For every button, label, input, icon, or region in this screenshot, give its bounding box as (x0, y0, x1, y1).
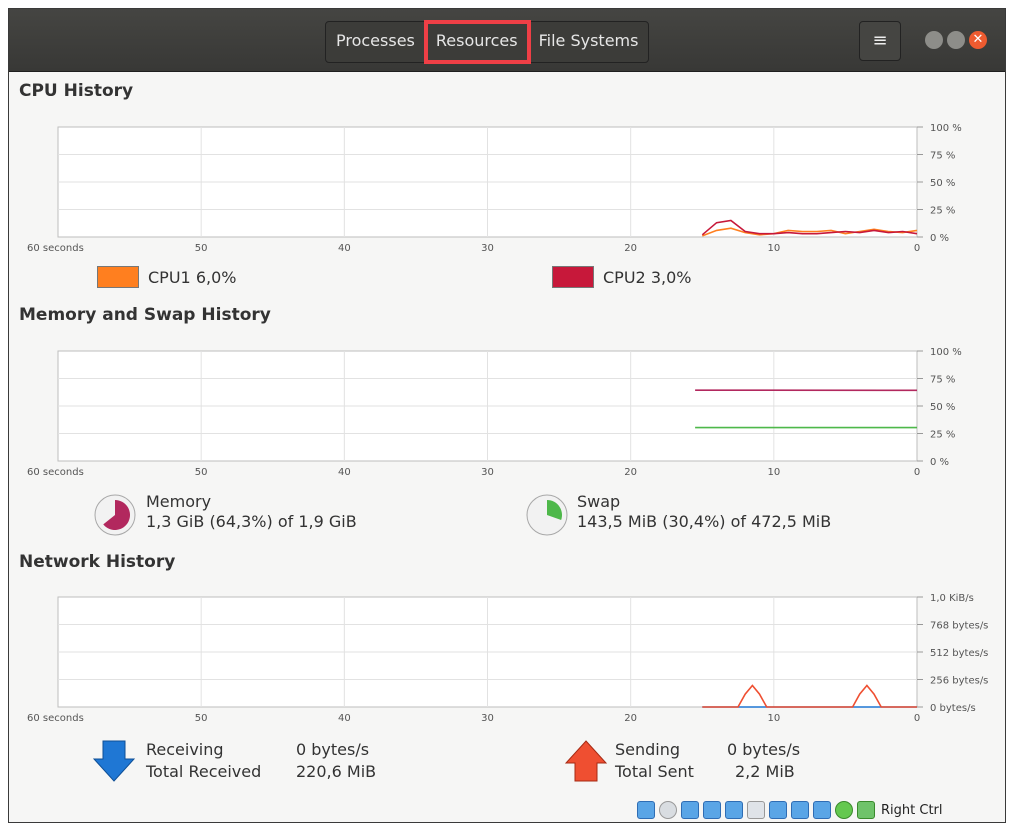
tab-file-systems[interactable]: File Systems (529, 22, 649, 62)
sending-label: Sending (615, 740, 681, 759)
usb-icon[interactable] (725, 801, 743, 819)
cpu-x-tick-label: 60 seconds (27, 243, 84, 254)
keyboard-capture-icon[interactable] (857, 801, 875, 819)
cpu-x-tick-label: 20 (624, 243, 637, 254)
cpu2-label: CPU2 (603, 268, 646, 287)
host-key-label: Right Ctrl (881, 802, 943, 818)
cpu-y-tick-label: 25 % (930, 206, 955, 217)
minimize-button[interactable] (925, 31, 943, 49)
mouse-integration-icon[interactable] (835, 801, 853, 819)
memory-x-tick-label: 10 (767, 467, 780, 478)
system-monitor-window: Processes Resources File Systems ≡ ✕ CPU… (8, 8, 1006, 823)
network-adapter-icon[interactable] (703, 801, 721, 819)
optical-drive-icon[interactable] (659, 801, 677, 819)
network-x-tick-label: 50 (195, 713, 208, 724)
memory-value: 1,3 GiB (64,3%) of 1,9 GiB (146, 512, 357, 531)
hard-disk-icon[interactable] (637, 801, 655, 819)
network-y-tick-label: 512 bytes/s (930, 648, 988, 659)
cpu-x-tick-label: 30 (481, 243, 494, 254)
tab-processes[interactable]: Processes (326, 22, 426, 62)
shared-folder-icon[interactable] (747, 801, 765, 819)
total-received-label: Total Received (146, 762, 262, 781)
cpu2-value: 3,0% (650, 268, 692, 287)
cpu-history-title: CPU History (19, 81, 134, 101)
total-sent-label: Total Sent (615, 762, 694, 781)
vm-icon[interactable] (813, 801, 831, 819)
cpu-history-chart: 60 seconds 50 40 30 20 10 0 100 % 75 % 50 % 25 % 0 … (27, 123, 962, 254)
memory-legend: Memory 1,3 GiB (64,3%) of 1,9 GiB (146, 492, 357, 532)
cpu-y-tick-label: 50 % (930, 178, 955, 189)
memory-x-tick-label: 0 (914, 467, 920, 478)
memory-x-tick-label: 20 (624, 467, 637, 478)
audio-icon[interactable] (681, 801, 699, 819)
sending-arrow-icon[interactable] (565, 739, 607, 783)
cpu1-value: 6,0% (195, 268, 237, 287)
receiving-value: 0 bytes/s (296, 740, 370, 759)
cpu1-legend: CPU1 6,0% (148, 268, 236, 287)
memory-y-tick-label: 50 % (930, 402, 955, 413)
close-button[interactable]: ✕ (969, 31, 987, 49)
cpu1-color-swatch[interactable] (97, 266, 139, 288)
cpu-x-tick-label: 0 (914, 243, 920, 254)
memory-history-title: Memory and Swap History (19, 305, 271, 325)
memory-history-chart: 60 seconds 50 40 30 20 10 0 100 % 75 % 50 % 25 % 0 … (27, 347, 962, 478)
memory-label: Memory (146, 492, 212, 511)
memory-y-tick-label: 0 % (930, 457, 949, 468)
memory-x-tick-label: 50 (195, 467, 208, 478)
network-y-tick-label: 256 bytes/s (930, 676, 988, 687)
cpu-x-tick-label: 40 (338, 243, 351, 254)
memory-x-tick-label: 30 (481, 467, 494, 478)
network-y-tick-label: 1,0 KiB/s (930, 593, 974, 604)
receiving-label: Receiving (146, 740, 224, 759)
hamburger-menu-icon[interactable]: ≡ (859, 21, 901, 61)
network-y-tick-label: 768 bytes/s (930, 621, 988, 632)
cpu2-color-swatch[interactable] (552, 266, 594, 288)
cpu-x-tick-label: 50 (195, 243, 208, 254)
memory-x-tick-label: 40 (338, 467, 351, 478)
total-received-value: 220,6 MiB (296, 762, 377, 781)
receiving-arrow-icon[interactable] (93, 739, 135, 783)
swap-legend: Swap 143,5 MiB (30,4%) of 472,5 MiB (577, 492, 831, 532)
total-sent-value: 2,2 MiB (735, 762, 795, 781)
swap-label: Swap (577, 492, 621, 511)
network-x-tick-label: 20 (624, 713, 637, 724)
sending-value: 0 bytes/s (727, 740, 801, 759)
maximize-button[interactable] (947, 31, 965, 49)
receiving-legend: Receiving 0 bytes/s Total Received 220,6 M… (146, 739, 376, 783)
cpu1-label: CPU1 (148, 268, 191, 287)
network-x-tick-label: 40 (338, 713, 351, 724)
network-history-title: Network History (19, 552, 176, 572)
network-x-tick-label: 60 seconds (27, 713, 84, 724)
network-history-chart: 60 seconds 50 40 30 20 10 0 1,0 KiB/s 768 bytes/… (27, 593, 988, 724)
display-icon[interactable] (769, 801, 787, 819)
network-x-tick-label: 30 (481, 713, 494, 724)
memory-x-tick-label: 60 seconds (27, 467, 84, 478)
tab-resources[interactable]: Resources (423, 20, 531, 64)
virtualbox-status-bar: Right Ctrl (637, 799, 943, 821)
swap-usage-pie[interactable] (525, 493, 569, 537)
cpu-y-tick-label: 100 % (930, 123, 962, 134)
memory-y-tick-label: 25 % (930, 430, 955, 441)
view-switcher: Processes Resources File Systems (325, 20, 650, 64)
cpu-y-tick-label: 75 % (930, 151, 955, 162)
cpu2-legend: CPU2 3,0% (603, 268, 691, 287)
swap-value: 143,5 MiB (30,4%) of 472,5 MiB (577, 512, 832, 531)
header-bar: Processes Resources File Systems ≡ ✕ (9, 9, 1005, 72)
network-x-tick-label: 0 (914, 713, 920, 724)
sending-legend: Sending 0 bytes/s Total Sent 2,2 MiB (615, 739, 800, 783)
cpu-y-tick-label: 0 % (930, 233, 949, 244)
network-y-tick-label: 0 bytes/s (930, 703, 976, 714)
network-x-tick-label: 10 (767, 713, 780, 724)
memory-y-tick-label: 75 % (930, 375, 955, 386)
memory-y-tick-label: 100 % (930, 347, 962, 358)
recording-icon[interactable] (791, 801, 809, 819)
memory-usage-pie[interactable] (93, 493, 137, 537)
cpu-x-tick-label: 10 (767, 243, 780, 254)
